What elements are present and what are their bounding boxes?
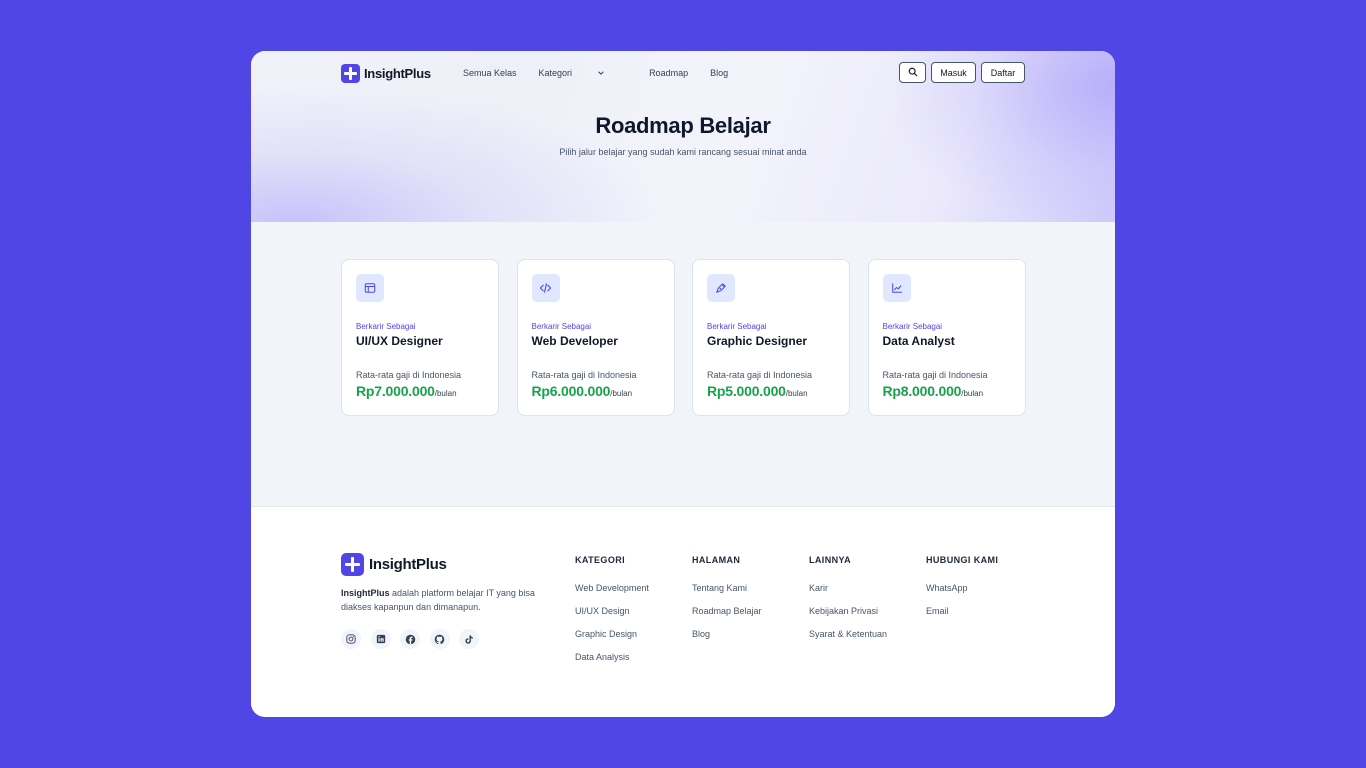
footer-column-halaman: HALAMAN Tentang Kami Roadmap Belajar Blo…	[692, 555, 762, 652]
register-button[interactable]: Daftar	[981, 62, 1025, 83]
logo-icon	[341, 553, 364, 576]
page-subtitle: Pilih jalur belajar yang sudah kami ranc…	[559, 147, 807, 157]
nav-link-blog[interactable]: Blog	[710, 68, 728, 78]
page-frame: InsightPlus Semua Kelas Kategori Roadmap…	[251, 51, 1115, 717]
salary-unit: /bulan	[610, 389, 633, 398]
hero-section: InsightPlus Semua Kelas Kategori Roadmap…	[251, 51, 1115, 222]
card-kicker: Berkarir Sebagai	[356, 322, 416, 331]
footer-desc-brand: InsightPlus	[341, 588, 390, 598]
salary-amount: Rp7.000.000	[356, 383, 435, 399]
card-salary-label: Rata-rata gaji di Indonesia	[707, 370, 813, 380]
card-kicker: Berkarir Sebagai	[707, 322, 767, 331]
card-salary: Rp8.000.000 /bulan	[883, 383, 984, 399]
footer-link-kebijakan-privasi[interactable]: Kebijakan Privasi	[809, 606, 887, 617]
brand-name: InsightPlus	[364, 66, 431, 81]
chevron-down-icon	[597, 69, 605, 77]
card-title: Graphic Designer	[707, 334, 808, 348]
footer-link-data-analysis[interactable]: Data Analysis	[575, 652, 649, 663]
salary-unit: /bulan	[785, 389, 808, 398]
instagram-icon[interactable]	[341, 629, 361, 649]
footer-description: InsightPlus adalah platform belajar IT y…	[341, 586, 556, 614]
footer-logo[interactable]: InsightPlus	[341, 553, 447, 576]
page-title: Roadmap Belajar	[595, 113, 771, 138]
footer-column-title: HALAMAN	[692, 555, 741, 565]
search-icon	[908, 67, 918, 79]
facebook-icon[interactable]	[400, 629, 420, 649]
footer-link-email[interactable]: Email	[926, 606, 998, 617]
card-title: Data Analyst	[882, 334, 955, 348]
footer-link-syarat-ketentuan[interactable]: Syarat & Ketentuan	[809, 629, 887, 640]
footer-link-tentang-kami[interactable]: Tentang Kami	[692, 583, 762, 594]
footer: InsightPlus InsightPlus adalah platform …	[251, 508, 1115, 717]
footer-link-blog[interactable]: Blog	[692, 629, 762, 640]
footer-link-graphic-design[interactable]: Graphic Design	[575, 629, 649, 640]
footer-column-hubungi-kami: HUBUNGI KAMI WhatsApp Email	[926, 555, 998, 629]
chart-line-icon	[882, 274, 911, 302]
roadmap-card-graphic-designer[interactable]: Berkarir Sebagai Graphic Designer Rata-r…	[692, 259, 850, 416]
card-kicker: Berkarir Sebagai	[882, 322, 943, 331]
card-salary-label: Rata-rata gaji di Indonesia	[356, 370, 462, 380]
card-salary: Rp6.000.000 /bulan	[532, 383, 633, 399]
salary-unit: /bulan	[961, 389, 984, 398]
card-salary: Rp5.000.000 /bulan	[707, 383, 808, 399]
nav-link-roadmap[interactable]: Roadmap	[649, 68, 688, 78]
layout-icon	[356, 274, 384, 302]
nav-link-semua-kelas[interactable]: Semua Kelas	[463, 68, 517, 78]
footer-column-title: HUBUNGI KAMI	[926, 555, 999, 565]
linkedin-icon[interactable]	[370, 629, 391, 649]
pen-tool-icon	[707, 274, 735, 302]
card-salary: Rp7.000.000 /bulan	[356, 383, 457, 399]
brand-logo[interactable]: InsightPlus	[341, 64, 431, 83]
nav-link-kategori-label: Kategori	[538, 68, 573, 78]
salary-unit: /bulan	[434, 389, 457, 398]
footer-link-roadmap-belajar[interactable]: Roadmap Belajar	[692, 606, 762, 617]
salary-amount: Rp6.000.000	[531, 383, 611, 399]
search-button[interactable]	[899, 62, 926, 83]
nav-links: Semua Kelas Kategori Roadmap Blog	[463, 68, 750, 78]
card-title: UI/UX Designer	[356, 334, 443, 348]
roadmap-card-list: Berkarir Sebagai UI/UX Designer Rata-rat…	[341, 259, 1043, 416]
footer-link-web-development[interactable]: Web Development	[575, 583, 649, 594]
card-salary-label: Rata-rata gaji di Indonesia	[882, 370, 988, 380]
roadmap-card-uiux[interactable]: Berkarir Sebagai UI/UX Designer Rata-rat…	[341, 259, 499, 416]
footer-column-title: LAINNYA	[809, 555, 851, 565]
footer-link-karir[interactable]: Karir	[809, 583, 887, 594]
card-salary-label: Rata-rata gaji di Indonesia	[531, 370, 637, 380]
logo-icon	[341, 64, 360, 83]
top-nav: InsightPlus Semua Kelas Kategori Roadmap…	[341, 62, 1025, 84]
card-title: Web Developer	[531, 334, 618, 348]
code-icon	[531, 274, 560, 302]
nav-actions: Masuk Daftar	[894, 62, 1025, 83]
nav-link-kategori[interactable]: Kategori	[539, 68, 628, 78]
footer-column-lainnya: LAINNYA Karir Kebijakan Privasi Syarat &…	[809, 555, 887, 652]
tiktok-icon[interactable]	[459, 629, 479, 649]
roadmap-card-web-developer[interactable]: Berkarir Sebagai Web Developer Rata-rata…	[516, 259, 675, 416]
roadmap-section: Berkarir Sebagai UI/UX Designer Rata-rat…	[251, 222, 1115, 507]
salary-amount: Rp8.000.000	[882, 383, 962, 399]
footer-column-title: KATEGORI	[575, 555, 626, 565]
footer-column-kategori: KATEGORI Web Development UI/UX Design Gr…	[575, 555, 649, 675]
github-icon[interactable]	[429, 629, 450, 649]
social-links	[341, 629, 489, 649]
footer-brand-name: InsightPlus	[369, 556, 447, 573]
card-kicker: Berkarir Sebagai	[531, 322, 592, 331]
footer-link-uiux-design[interactable]: UI/UX Design	[575, 606, 649, 617]
roadmap-card-data-analyst[interactable]: Berkarir Sebagai Data Analyst Rata-rata …	[867, 259, 1026, 416]
login-button[interactable]: Masuk	[931, 62, 976, 83]
footer-link-whatsapp[interactable]: WhatsApp	[926, 583, 998, 594]
salary-amount: Rp5.000.000	[707, 383, 786, 399]
